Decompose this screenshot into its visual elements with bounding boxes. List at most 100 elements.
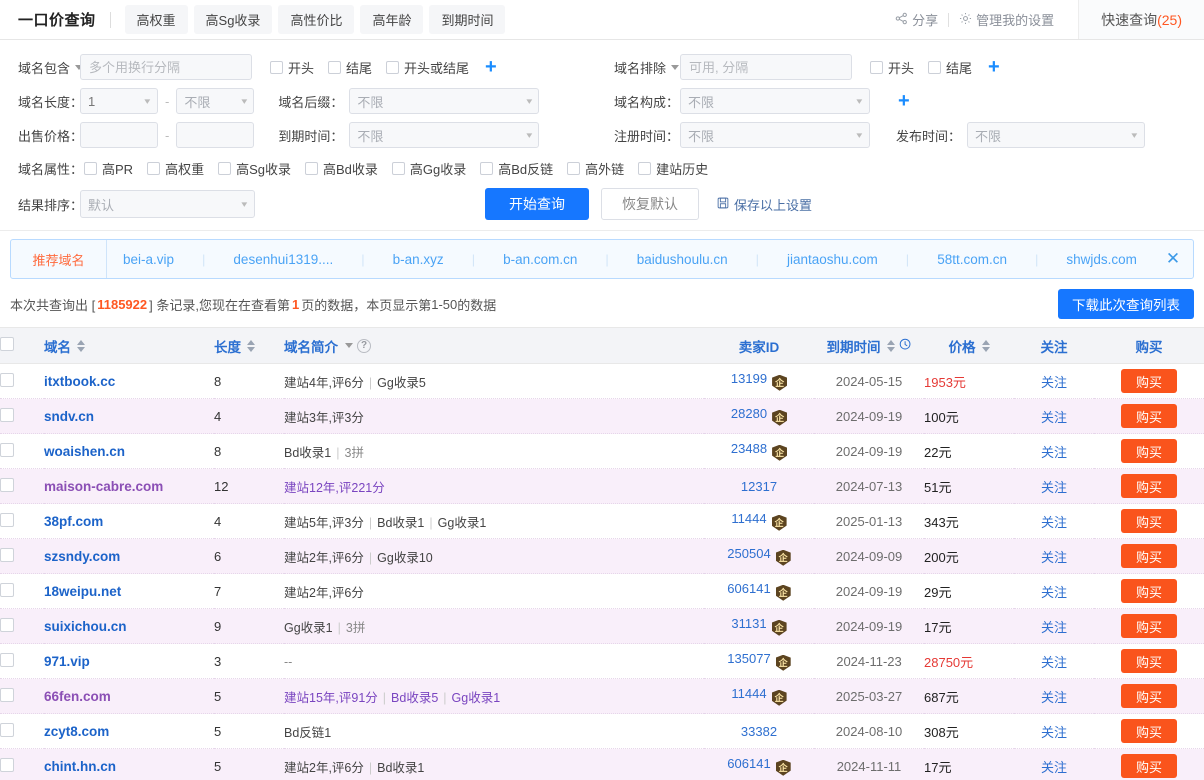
col-header-domain[interactable]: 域名	[44, 327, 214, 364]
follow-link[interactable]: 关注	[1041, 410, 1067, 425]
sort-domain-icon[interactable]	[77, 339, 85, 352]
include-check-1[interactable]: 结尾	[328, 58, 372, 77]
table-row[interactable]: maison-cabre.com 12 建站12年,评221分 12317 2024-0…	[0, 468, 1204, 504]
publish-time-select[interactable]: 不限 ▾	[967, 122, 1146, 148]
save-settings-button[interactable]: 保存以上设置	[717, 195, 812, 214]
row-checkbox[interactable]	[0, 512, 14, 527]
checkbox-box[interactable]	[928, 60, 942, 74]
close-icon[interactable]: ✕	[1153, 240, 1193, 278]
table-row[interactable]: zcyt8.com 5 Bd反链1 33382 2024-08-10 308元 关注 购买	[0, 713, 1204, 749]
buy-button[interactable]: 购买	[1121, 754, 1177, 778]
domain-exclude-label[interactable]: 域名排除	[600, 58, 680, 77]
follow-link[interactable]: 关注	[1041, 550, 1067, 565]
composition-add-button[interactable]: +	[898, 91, 910, 111]
download-list-button[interactable]: 下载此次查询列表	[1058, 289, 1194, 319]
domain-suffix-select[interactable]: 不限 ▾	[349, 88, 540, 114]
seller-id[interactable]: 606141	[727, 581, 770, 596]
row-checkbox[interactable]	[0, 407, 14, 422]
sale-price-from-input[interactable]	[80, 122, 158, 148]
seller-id[interactable]: 12317	[741, 479, 777, 494]
header-tab-4[interactable]: 到期时间	[429, 5, 506, 34]
attribute-check-5[interactable]: 高Bd反链	[480, 159, 553, 178]
seller-id[interactable]: 135077	[727, 651, 770, 666]
buy-button[interactable]: 购买	[1121, 719, 1177, 743]
share-button[interactable]: 分享	[885, 10, 948, 29]
table-row[interactable]: woaishen.cn 8 Bd收录1 | 3拼 23488 企 2024-09-19 22元 关…	[0, 433, 1204, 469]
sort-price-icon[interactable]	[981, 339, 990, 352]
buy-button[interactable]: 购买	[1121, 684, 1177, 708]
seller-id[interactable]: 250504	[727, 546, 770, 561]
col-header-expire[interactable]: 到期时间	[814, 327, 924, 364]
domain-link[interactable]: itxtbook.cc	[44, 374, 115, 389]
row-checkbox[interactable]	[0, 757, 14, 772]
row-checkbox[interactable]	[0, 442, 14, 457]
checkbox-box[interactable]	[386, 60, 400, 74]
row-checkbox[interactable]	[0, 547, 14, 562]
domain-link[interactable]: 38pf.com	[44, 514, 103, 529]
buy-button[interactable]: 购买	[1121, 579, 1177, 603]
help-icon[interactable]: ?	[357, 338, 371, 353]
attribute-check-1[interactable]: 高权重	[147, 159, 204, 178]
row-checkbox[interactable]	[0, 722, 14, 737]
include-check-2[interactable]: 开头或结尾	[386, 58, 469, 77]
domain-link[interactable]: szsndy.com	[44, 549, 120, 564]
seller-id[interactable]: 13199	[731, 371, 767, 386]
attribute-check-2[interactable]: 高Sg收录	[218, 159, 291, 178]
clock-icon[interactable]	[899, 338, 912, 354]
attribute-check-0[interactable]: 高PR	[84, 159, 133, 178]
attribute-check-3[interactable]: 高Bd收录	[304, 159, 378, 178]
buy-button[interactable]: 购买	[1121, 474, 1177, 498]
row-checkbox[interactable]	[0, 372, 14, 387]
buy-button[interactable]: 购买	[1121, 544, 1177, 568]
checkbox-box[interactable]	[84, 161, 97, 175]
recommend-item-5[interactable]: jiantaoshu.com	[783, 252, 882, 267]
follow-link[interactable]: 关注	[1041, 655, 1067, 670]
seller-id[interactable]: 11444	[731, 511, 766, 526]
domain-include-label[interactable]: 域名包含	[0, 58, 84, 77]
attribute-check-4[interactable]: 高Gg收录	[391, 159, 466, 178]
domain-include-input[interactable]	[80, 54, 252, 80]
sort-length-icon[interactable]	[247, 339, 255, 352]
result-sort-select[interactable]: 默认 ▾	[80, 190, 255, 218]
header-tab-1[interactable]: 高Sg收录	[193, 5, 273, 34]
follow-link[interactable]: 关注	[1041, 375, 1067, 390]
recommend-item-3[interactable]: b-an.com.cn	[499, 252, 581, 267]
recommend-item-0[interactable]: bei-a.vip	[119, 252, 178, 267]
seller-id[interactable]: 28280	[731, 406, 767, 421]
row-checkbox[interactable]	[0, 582, 14, 597]
col-header-desc[interactable]: 域名简介 ?	[284, 327, 704, 364]
checkbox-box[interactable]	[391, 161, 405, 175]
seller-id[interactable]: 11444	[731, 686, 766, 701]
table-row[interactable]: 971.vip 3 -- 135077 企 2024-11-23 28750元 关注 购买	[0, 643, 1204, 679]
attribute-check-7[interactable]: 建站历史	[638, 159, 708, 178]
table-row[interactable]: szsndy.com 6 建站2年,评6分 | Gg收录10 250504 企 2024-09…	[0, 538, 1204, 574]
sale-price-to-input[interactable]	[176, 122, 255, 148]
domain-link[interactable]: 18weipu.net	[44, 584, 121, 599]
domain-link[interactable]: maison-cabre.com	[44, 479, 163, 494]
seller-id[interactable]: 23488	[731, 441, 767, 456]
domain-link[interactable]: zcyt8.com	[44, 724, 109, 739]
recommend-item-4[interactable]: baidushoulu.cn	[633, 252, 732, 267]
checkbox-box[interactable]	[870, 60, 883, 74]
checkbox-box[interactable]	[638, 161, 652, 175]
domain-link[interactable]: sndv.cn	[44, 409, 94, 424]
col-header-price[interactable]: 价格	[924, 327, 1014, 364]
checkbox-box[interactable]	[328, 60, 342, 74]
buy-button[interactable]: 购买	[1121, 369, 1177, 393]
quick-query-button[interactable]: 快速查询 (25)	[1078, 0, 1204, 39]
table-row[interactable]: 18weipu.net 7 建站2年,评6分 606141 企 2024-09-19 29元…	[0, 573, 1204, 609]
domain-link[interactable]: suixichou.cn	[44, 619, 127, 634]
select-all-checkbox[interactable]	[0, 337, 14, 351]
domain-exclude-input[interactable]	[680, 54, 852, 80]
attribute-check-6[interactable]: 高外链	[567, 159, 624, 178]
start-query-button[interactable]: 开始查询	[485, 188, 589, 220]
chevron-down-icon[interactable]	[345, 343, 353, 348]
buy-button[interactable]: 购买	[1121, 509, 1177, 533]
seller-id[interactable]: 31131	[731, 616, 766, 631]
checkbox-box[interactable]	[270, 60, 283, 74]
buy-button[interactable]: 购买	[1121, 649, 1177, 673]
buy-button[interactable]: 购买	[1121, 614, 1177, 638]
domain-link[interactable]: woaishen.cn	[44, 444, 125, 459]
seller-id[interactable]: 606141	[727, 756, 770, 771]
row-checkbox[interactable]	[0, 652, 14, 667]
